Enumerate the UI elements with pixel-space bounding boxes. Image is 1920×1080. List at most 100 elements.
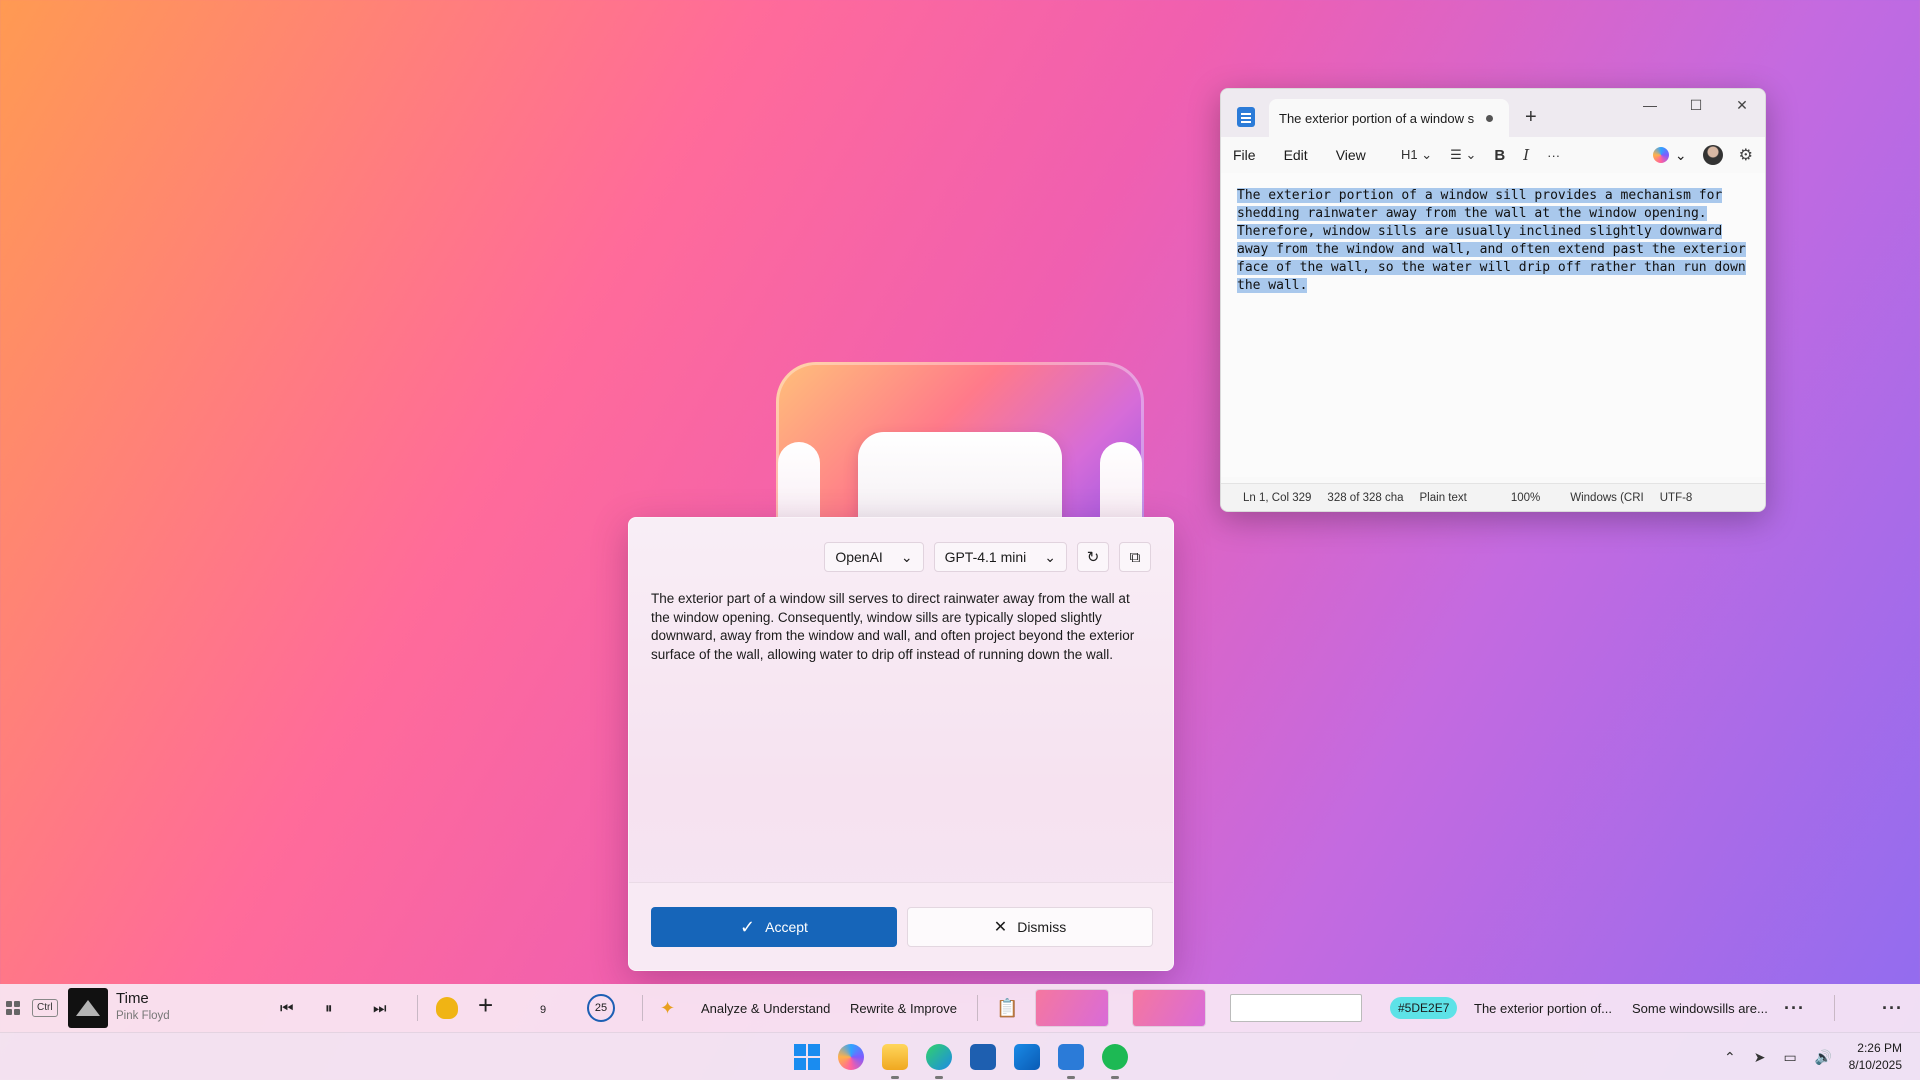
divider [642,995,643,1021]
close-button[interactable]: ✕ [1719,89,1765,121]
previous-track-icon[interactable]: ⏮ [280,1000,294,1017]
accept-label: Accept [765,919,808,935]
italic-button[interactable]: I [1523,146,1529,164]
close-icon: ✕ [993,919,1008,936]
overflow-icon[interactable]: ··· [1882,998,1903,1019]
chevron-down-icon: ⌄ [1465,147,1477,162]
clock[interactable]: 2:26 PM 8/10/2025 [1849,1040,1902,1074]
system-tray: ⌃ ➤ ▭ 🔊 [1724,1033,1832,1080]
divider [1834,995,1835,1021]
clipboard-thumbnail-1[interactable] [1036,990,1108,1026]
format-toolbar: H1 ⌄ ☰ ⌄ B I ··· [1401,137,1560,173]
notepad-taskbar-icon[interactable] [1058,1044,1084,1079]
heading-dropdown[interactable]: H1 ⌄ [1401,147,1432,163]
list-dropdown[interactable]: ☰ ⌄ [1450,147,1476,163]
edge-browser-icon[interactable] [926,1044,952,1079]
track-artist: Pink Floyd [116,1010,170,1022]
utility-strip: Ctrl Time Pink Floyd ⏮ ⏸ ⏭ + 9 25 ✦ Anal… [0,984,1920,1032]
outlook-icon[interactable] [1014,1044,1040,1070]
avatar[interactable] [1702,145,1723,165]
rewrite-improve-button[interactable]: Rewrite & Improve [850,1001,957,1016]
provider-select[interactable]: OpenAI ⌄ [824,542,924,572]
notepad-editor[interactable]: The exterior portion of a window sill pr… [1221,173,1765,477]
clipboard-icon[interactable]: 📋 [996,998,1018,1019]
model-value: GPT-4.1 mini [944,549,1027,565]
more-button[interactable]: ··· [1547,148,1560,163]
list-icon: ☰ [1450,147,1462,162]
status-encoding: UTF-8 [1659,491,1693,504]
ai-toolbar: OpenAI ⌄ GPT-4.1 mini ⌄ ↻ ⧉ [824,542,1151,572]
divider [977,995,978,1021]
notepad-menubar: File Edit View H1 ⌄ ☰ ⌄ B I ··· ⌄ ⚙ [1221,137,1765,173]
copy-button[interactable]: ⧉ [1119,542,1151,572]
notepad-app-icon [1237,107,1255,127]
grid-icon[interactable] [6,1001,20,1015]
notepad-right-tools: ⌄ ⚙ [1652,137,1753,173]
copy-icon: ⧉ [1129,548,1141,566]
chevron-down-icon: ⌄ [1421,147,1433,162]
ai-result-text[interactable]: The exterior part of a window sill serve… [651,590,1151,664]
provider-value: OpenAI [835,549,883,565]
bold-button[interactable]: B [1494,147,1505,164]
chevron-down-icon: ⌄ [1674,146,1687,163]
accept-button[interactable]: ✓ Accept [651,907,897,947]
menu-file[interactable]: File [1233,147,1256,163]
add-icon[interactable]: + [478,990,493,1021]
refresh-icon: ↻ [1086,549,1100,566]
file-explorer-icon[interactable] [882,1044,908,1079]
status-zoom[interactable]: 100% [1511,492,1540,504]
minimize-button[interactable]: — [1627,89,1673,121]
location-icon[interactable]: ➤ [1754,1049,1766,1066]
notepad-tab[interactable]: The exterior portion of a window s [1269,99,1509,137]
clipboard-thumbnail-2[interactable] [1133,990,1205,1026]
album-art[interactable] [68,988,108,1028]
clipboard-text-1[interactable]: The exterior portion of... [1474,1001,1612,1016]
dismiss-button[interactable]: ✕ Dismiss [907,907,1153,947]
color-chip[interactable]: #5DE2E7 [1390,997,1458,1019]
divider [417,995,418,1021]
next-track-icon[interactable]: ⏭ [373,1000,387,1017]
taskbar: ⌃ ➤ ▭ 🔊 2:26 PM 8/10/2025 [0,1032,1920,1080]
chevron-up-icon[interactable]: ⌃ [1724,1049,1736,1066]
chevron-down-icon: ⌄ [1044,548,1056,565]
ai-rewrite-panel: OpenAI ⌄ GPT-4.1 mini ⌄ ↻ ⧉ The exterior… [628,517,1174,971]
status-line-ending: Windows (CRI [1570,491,1644,504]
notepad-titlebar: The exterior portion of a window s + — ☐… [1221,89,1765,137]
ctrl-badge[interactable]: Ctrl [32,999,58,1017]
regenerate-button[interactable]: ↻ [1077,542,1109,572]
volume-icon[interactable]: 🔊 [1815,1049,1832,1066]
status-position: Ln 1, Col 329 [1243,491,1312,504]
maximize-button[interactable]: ☐ [1673,89,1719,121]
menu-view[interactable]: View [1336,147,1366,163]
clock-time: 2:26 PM [1857,1041,1902,1055]
spotify-icon[interactable] [1102,1044,1128,1079]
checkmark-icon: ✓ [740,916,756,937]
notepad-tab-title: The exterior portion of a window s [1279,110,1475,126]
new-tab-button[interactable]: + [1525,106,1537,129]
analyze-understand-button[interactable]: Analyze & Understand [701,1001,830,1016]
copilot-icon[interactable] [838,1044,864,1070]
track-title: Time [116,990,149,1007]
pause-icon[interactable]: ⏸ [325,1000,333,1017]
more-options-icon[interactable]: ··· [1784,998,1805,1019]
model-select[interactable]: GPT-4.1 mini ⌄ [933,542,1067,572]
editor-selected-text: The exterior portion of a window sill pr… [1237,188,1746,293]
copilot-dropdown[interactable]: ⌄ [1652,146,1687,164]
hero-app-icon [776,362,1144,572]
unsaved-dot-icon[interactable] [1486,114,1493,122]
start-button[interactable] [794,1044,820,1070]
clipboard-thumbnail-doc[interactable] [1230,994,1362,1022]
network-icon[interactable]: ▭ [1783,1049,1796,1066]
clipboard-text-2[interactable]: Some windowsills are... [1632,1001,1768,1016]
copilot-icon [1652,147,1669,163]
dismiss-label: Dismiss [1017,919,1067,935]
menu-edit[interactable]: Edit [1284,147,1308,163]
bell-icon[interactable] [436,997,458,1019]
timer-countdown[interactable]: 9 [540,1004,546,1016]
pomodoro-timer[interactable]: 25 [587,994,615,1022]
chevron-down-icon: ⌄ [900,548,913,565]
notepad-window: The exterior portion of a window s + — ☐… [1220,88,1766,512]
gear-icon[interactable]: ⚙ [1739,145,1753,165]
ai-footer: ✓ Accept ✕ Dismiss [629,882,1173,970]
store-icon[interactable] [970,1044,996,1070]
